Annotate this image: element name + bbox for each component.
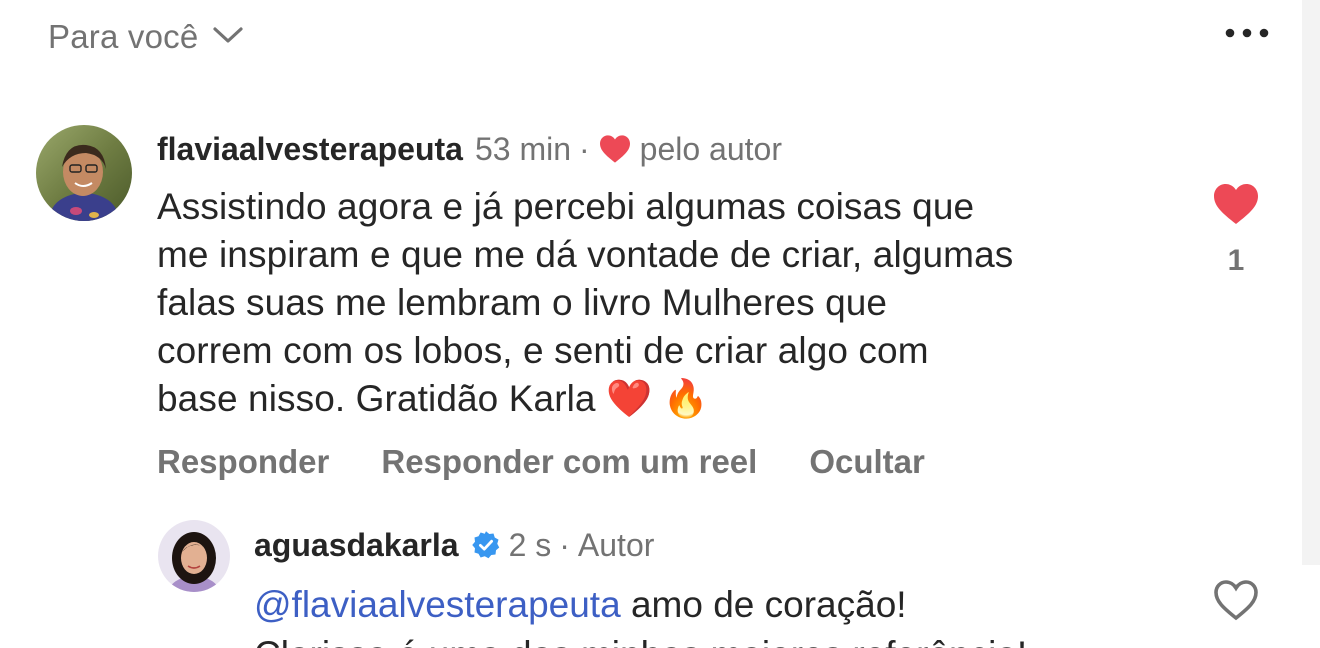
- reply-text-after-mention: amo de coração!: [620, 584, 907, 625]
- reply-time: 2 s: [508, 526, 552, 563]
- verified-badge-icon: [471, 530, 501, 560]
- comment-like-column: 1: [1208, 182, 1264, 278]
- chevron-down-icon: [212, 25, 244, 50]
- sort-filter-label: Para você: [48, 18, 199, 55]
- comment-body: Assistindo agora e já percebi algumas co…: [157, 183, 1167, 423]
- meta-separator: ·: [559, 526, 570, 563]
- hide-button[interactable]: Ocultar: [809, 443, 925, 481]
- comments-view: Para você flaviaalvesterapeuta 53 min · …: [0, 0, 1320, 648]
- avatar[interactable]: [36, 125, 132, 221]
- comment-line: Assistindo agora e já percebi algumas co…: [157, 186, 975, 227]
- more-horizontal-icon: [1224, 26, 1270, 44]
- comment-line: me inspiram e que me dá vontade de criar…: [157, 234, 1014, 275]
- comment-actions: Responder Responder com um reel Ocultar: [157, 440, 925, 484]
- mention-link[interactable]: @flaviaalvesterapeuta: [254, 584, 621, 625]
- reply-like-column: [1208, 578, 1264, 622]
- comment-meta: flaviaalvesterapeuta 53 min · pelo autor: [157, 128, 782, 170]
- reply-meta: aguasdakarla 2 s · Autor: [254, 524, 654, 566]
- scrollbar-track[interactable]: [1302, 0, 1320, 565]
- reply-username[interactable]: aguasdakarla: [254, 527, 459, 564]
- comment-line: correm com os lobos, e senti de criar al…: [157, 330, 929, 371]
- author-label: Autor: [577, 526, 655, 563]
- reply-line: Clarissa é uma das minhas maiores referê…: [254, 630, 1194, 648]
- meta-separator: ·: [579, 130, 590, 167]
- reply-line: @flaviaalvesterapeuta amo de coração!: [254, 580, 1194, 630]
- heart-filled-icon[interactable]: [1211, 182, 1261, 226]
- liked-by-author-label: pelo autor: [639, 130, 782, 167]
- more-options-button[interactable]: [1222, 22, 1272, 48]
- reply-button[interactable]: Responder: [157, 443, 329, 481]
- comment-time: 53 min: [474, 130, 571, 167]
- comment-line: base nisso. Gratidão Karla ❤️ 🔥: [157, 378, 709, 419]
- heart-icon: [598, 134, 632, 164]
- comment-line: falas suas me lembram o livro Mulheres q…: [157, 282, 888, 323]
- avatar[interactable]: [158, 520, 230, 592]
- heart-outline-icon[interactable]: [1211, 578, 1261, 622]
- comment-username[interactable]: flaviaalvesterapeuta: [157, 131, 463, 168]
- reply-with-reel-button[interactable]: Responder com um reel: [381, 443, 757, 481]
- like-count[interactable]: 1: [1228, 244, 1245, 278]
- sort-filter-dropdown[interactable]: Para você: [48, 14, 244, 60]
- reply-body: @flaviaalvesterapeuta amo de coração! Cl…: [254, 580, 1194, 648]
